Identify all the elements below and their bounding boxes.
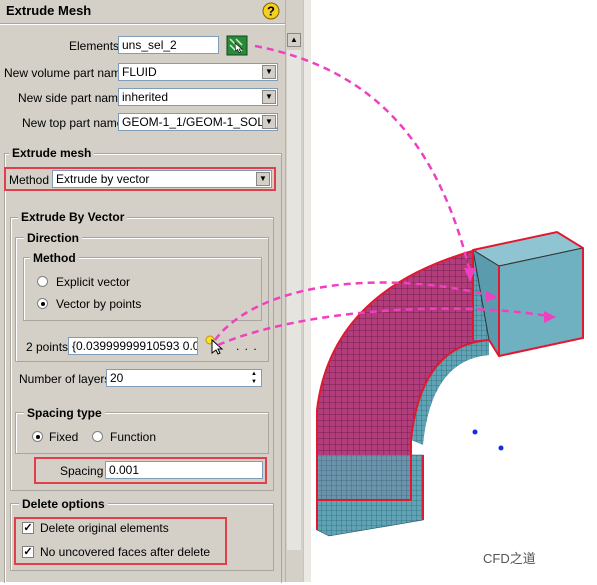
arrowhead (486, 291, 498, 302)
arrow-elements (254, 44, 472, 273)
arrowhead (464, 268, 476, 282)
arrow-point-2 (217, 307, 549, 347)
arrowhead (544, 311, 556, 323)
annotation-arrows (214, 44, 556, 347)
